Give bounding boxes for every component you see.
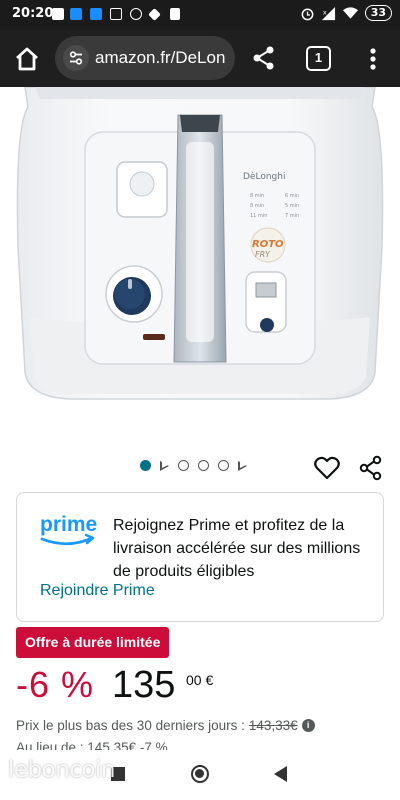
join-prime-link[interactable]: Rejoindre Prime	[40, 582, 155, 600]
product-logo-bottom: FRY	[255, 250, 271, 259]
voicemail-icon	[130, 8, 142, 20]
more-options-icon[interactable]	[360, 44, 386, 74]
carousel-dot[interactable]	[218, 460, 229, 471]
cellular-icon: x	[321, 6, 335, 20]
back-button[interactable]	[274, 766, 287, 782]
browser-toolbar: amazon.fr/DeLon 1	[0, 30, 400, 87]
share-icon[interactable]	[250, 44, 278, 72]
carousel-dot[interactable]	[198, 460, 209, 471]
status-bar: 20:20 x 33	[0, 0, 400, 30]
product-image[interactable]: DèLonghi 8 min 6 min 8 min 5 min 11 min 7 m…	[0, 87, 400, 447]
dropbox-icon	[148, 8, 161, 21]
carousel-dot[interactable]	[178, 460, 189, 471]
carousel-dot-active[interactable]	[140, 460, 151, 471]
share-icon[interactable]	[358, 455, 384, 481]
delete-icon	[170, 8, 180, 20]
deep-fryer-illustration: DèLonghi 8 min 6 min 8 min 5 min 11 min 7 m…	[16, 87, 384, 400]
svg-text:prime: prime	[40, 513, 97, 536]
app-icon-outline	[110, 8, 122, 20]
price-whole: 135	[112, 664, 176, 706]
carousel-video-indicator[interactable]	[160, 460, 169, 471]
prime-logo: prime	[40, 513, 97, 546]
svg-text:11 min: 11 min	[250, 213, 267, 219]
discount-percentage: -6 %	[16, 664, 95, 705]
wifi-icon	[342, 7, 358, 19]
info-icon[interactable]: i	[301, 719, 315, 732]
leboncoin-watermark: leboncoin	[8, 757, 115, 783]
partially-visible-text: Au lieu de : 145,35€ -7 %	[16, 740, 168, 750]
url-bar[interactable]: amazon.fr/DeLon	[55, 36, 235, 80]
battery-icon: 33	[364, 5, 392, 21]
home-icon[interactable]	[12, 44, 42, 74]
prime-message: Rejoignez Prime et profitez de la livrai…	[113, 517, 361, 580]
wishlist-heart-icon[interactable]	[314, 456, 340, 480]
product-logo-top: ROTO	[252, 239, 284, 250]
home-button[interactable]	[191, 765, 209, 783]
app-icon-blue	[70, 8, 82, 20]
alarm-icon	[301, 8, 314, 20]
status-time: 20:20	[12, 6, 54, 21]
lowest-price-info: Prix le plus bas des 30 derniers jours :…	[16, 718, 315, 733]
notification-icon	[52, 8, 64, 20]
lowest-price-value: 143,33€	[248, 718, 298, 733]
limited-time-deal-badge: Offre à durée limitée	[16, 627, 170, 658]
brand-label: DèLonghi	[243, 171, 285, 182]
lowest-price-label: Prix le plus bas des 30 derniers jours :	[16, 718, 245, 733]
price-fraction: 00 €	[186, 672, 214, 688]
tab-switcher-button[interactable]: 1	[306, 46, 331, 71]
carousel-video-indicator[interactable]	[238, 460, 247, 471]
site-settings-icon[interactable]	[63, 45, 89, 71]
svg-text:8 min: 8 min	[250, 193, 264, 199]
svg-text:x: x	[323, 8, 327, 16]
svg-text:7 min: 7 min	[285, 213, 299, 219]
svg-text:6 min: 6 min	[285, 193, 299, 199]
url-text[interactable]: amazon.fr/DeLon	[95, 48, 225, 68]
app-icon-blue	[90, 8, 102, 20]
svg-text:5 min: 5 min	[285, 203, 299, 209]
image-carousel-indicators	[140, 460, 247, 471]
prime-promo-card: prime Rejoignez Prime et profitez de la …	[16, 492, 384, 622]
svg-text:8 min: 8 min	[250, 203, 264, 209]
